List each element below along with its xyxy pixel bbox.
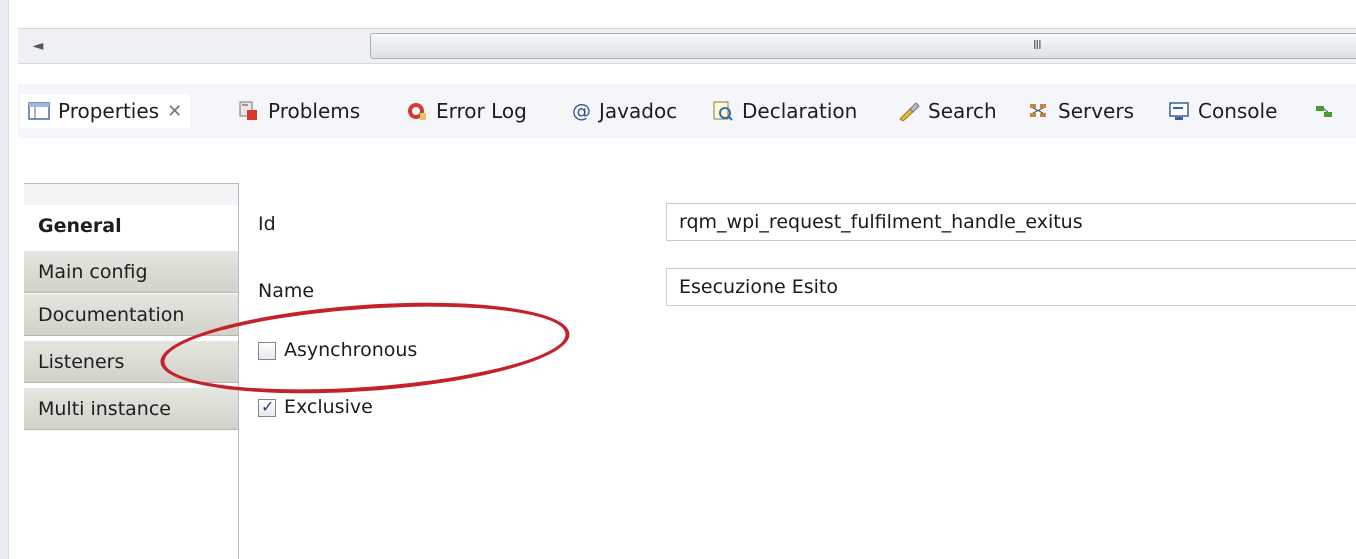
properties-view-icon (28, 101, 50, 121)
search-flashlight-icon (898, 101, 920, 122)
scroll-grip: III (1033, 38, 1042, 52)
tab-label: Console (1198, 99, 1278, 123)
problems-icon (238, 101, 260, 121)
error-log-icon (406, 101, 428, 121)
tab-error-log[interactable]: Error Log (406, 94, 527, 128)
category-list-header (24, 183, 239, 206)
tab-label: Declaration (742, 99, 858, 123)
left-window-edge (0, 0, 9, 559)
name-field[interactable]: Esecuzione Esito (666, 268, 1356, 306)
tab-search[interactable]: Search (898, 94, 997, 128)
tab-declaration[interactable]: Declaration (712, 94, 857, 128)
tab-console[interactable]: Console (1168, 94, 1277, 128)
category-main-config[interactable]: Main config (24, 251, 238, 293)
horizontal-scrollbar[interactable]: ◄ III (18, 28, 1356, 64)
tab-label: Problems (268, 99, 361, 123)
tab-properties[interactable]: Properties ✕ (20, 94, 191, 128)
javadoc-at-icon: @ (572, 100, 591, 122)
tab-label: Javadoc (599, 99, 678, 123)
tab-label: Error Log (436, 99, 527, 123)
category-documentation[interactable]: Documentation (24, 294, 238, 336)
scroll-left-arrow[interactable]: ◄ (18, 29, 58, 63)
servers-icon (1028, 101, 1050, 121)
name-label: Name (258, 280, 315, 302)
category-multi-instance[interactable]: Multi instance (24, 388, 238, 430)
scroll-thumb[interactable]: III (370, 33, 1356, 59)
tab-servers[interactable]: Servers (1028, 94, 1134, 128)
tab-javadoc[interactable]: @ Javadoc (572, 94, 677, 128)
exclusive-label[interactable]: Exclusive (284, 396, 373, 418)
tab-label: Servers (1058, 99, 1135, 123)
overflow-tab-icon (1314, 101, 1336, 121)
declaration-icon (712, 101, 734, 121)
tab-problems[interactable]: Problems (238, 94, 360, 128)
exclusive-checkbox[interactable] (258, 397, 276, 417)
close-icon[interactable]: ✕ (167, 101, 182, 122)
id-field[interactable]: rqm_wpi_request_fulfilment_handle_exitus (666, 203, 1356, 241)
view-tab-bar: Properties ✕ Problems Error Log @ Javado… (18, 84, 1356, 138)
console-icon (1168, 101, 1190, 121)
id-label: Id (258, 213, 276, 235)
tab-overflow-partial[interactable] (1314, 94, 1344, 128)
category-general[interactable]: General (24, 205, 238, 247)
tab-label: Search (928, 99, 997, 123)
tab-label: Properties (58, 99, 160, 123)
